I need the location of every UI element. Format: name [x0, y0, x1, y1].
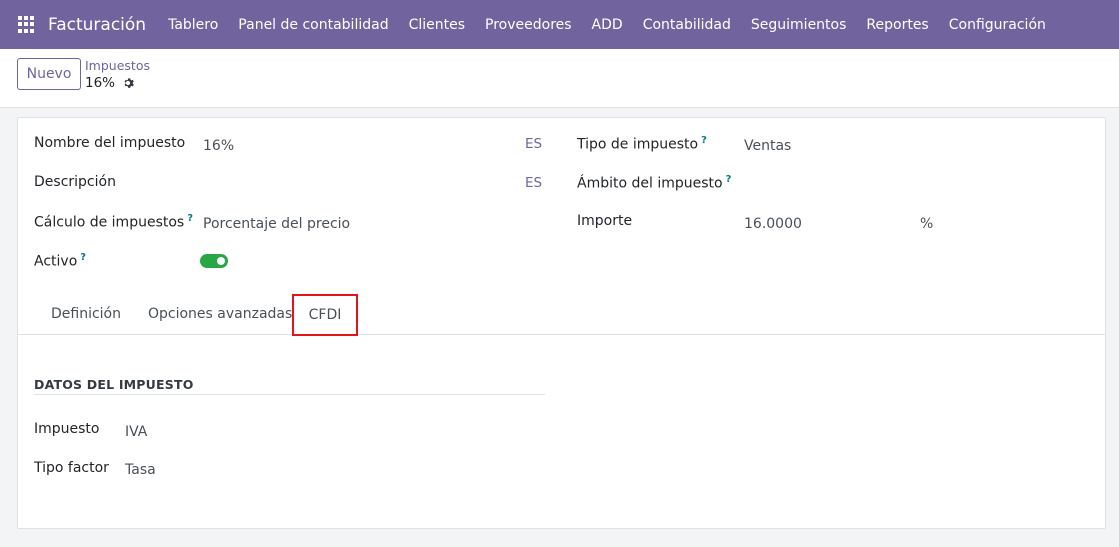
control-panel: Nuevo Impuestos 16%: [0, 49, 1119, 108]
description-field[interactable]: [203, 176, 513, 196]
tab-cfdi[interactable]: CFDI: [292, 294, 358, 336]
nav-contabilidad[interactable]: Contabilidad: [633, 17, 741, 33]
amount-unit: %: [920, 216, 934, 232]
top-navbar: Facturación Tablero Panel de contabilida…: [0, 0, 1119, 49]
nav-add[interactable]: ADD: [582, 17, 633, 33]
amount-label: Importe: [577, 213, 633, 229]
gear-icon[interactable]: [122, 77, 134, 89]
tab-opciones-avanzadas[interactable]: Opciones avanzadas: [148, 306, 292, 322]
active-label: Activo?: [34, 252, 86, 270]
tax-name-lang-button[interactable]: ES: [525, 136, 542, 152]
tab-definicion[interactable]: Definición: [51, 306, 121, 322]
description-lang-button[interactable]: ES: [525, 175, 542, 191]
section-divider: [34, 394, 545, 395]
active-label-text: Activo: [34, 253, 78, 270]
tax-scope-help-icon[interactable]: ?: [726, 174, 732, 185]
amount-field[interactable]: 16.0000: [744, 216, 802, 232]
nav-configuracion[interactable]: Configuración: [939, 17, 1056, 33]
computation-help-icon[interactable]: ?: [187, 213, 193, 224]
tipo-factor-label: Tipo factor: [34, 460, 109, 476]
nav-proveedores[interactable]: Proveedores: [475, 17, 582, 33]
nav-panel-contabilidad[interactable]: Panel de contabilidad: [228, 17, 398, 33]
tabs-divider: [18, 334, 1105, 335]
record-title: 16%: [85, 75, 134, 91]
tax-scope-label-text: Ámbito del impuesto: [577, 175, 723, 192]
record-name: 16%: [85, 75, 116, 91]
tax-type-select[interactable]: Ventas: [744, 138, 791, 154]
nav-clientes[interactable]: Clientes: [399, 17, 475, 33]
nav-reportes[interactable]: Reportes: [856, 17, 938, 33]
description-label: Descripción: [34, 174, 116, 190]
tipo-factor-select[interactable]: Tasa: [125, 462, 156, 478]
tax-type-help-icon[interactable]: ?: [701, 135, 707, 146]
apps-menu-icon[interactable]: [18, 15, 36, 34]
form-sheet: Nombre del impuesto 16% ES Descripción E…: [17, 117, 1106, 529]
nav-seguimientos[interactable]: Seguimientos: [741, 17, 857, 33]
computation-select[interactable]: Porcentaje del precio: [203, 216, 350, 232]
breadcrumb-impuestos[interactable]: Impuestos: [85, 58, 150, 73]
tax-type-label: Tipo de impuesto?: [577, 135, 707, 153]
computation-label: Cálculo de impuestos?: [34, 213, 193, 231]
impuesto-label: Impuesto: [34, 421, 100, 437]
nav-tablero[interactable]: Tablero: [158, 17, 228, 33]
tax-type-label-text: Tipo de impuesto: [577, 136, 699, 153]
computation-label-text: Cálculo de impuestos: [34, 214, 185, 231]
active-toggle[interactable]: [200, 254, 228, 268]
app-brand[interactable]: Facturación: [48, 15, 146, 35]
section-title: DATOS DEL IMPUESTO: [34, 377, 194, 392]
tax-name-label: Nombre del impuesto: [34, 135, 186, 151]
tax-name-field[interactable]: 16%: [203, 138, 234, 154]
tax-scope-select[interactable]: [744, 176, 1044, 196]
new-button[interactable]: Nuevo: [17, 58, 81, 90]
tax-scope-label: Ámbito del impuesto?: [577, 174, 731, 192]
impuesto-select[interactable]: IVA: [125, 424, 147, 440]
active-help-icon[interactable]: ?: [80, 252, 86, 263]
